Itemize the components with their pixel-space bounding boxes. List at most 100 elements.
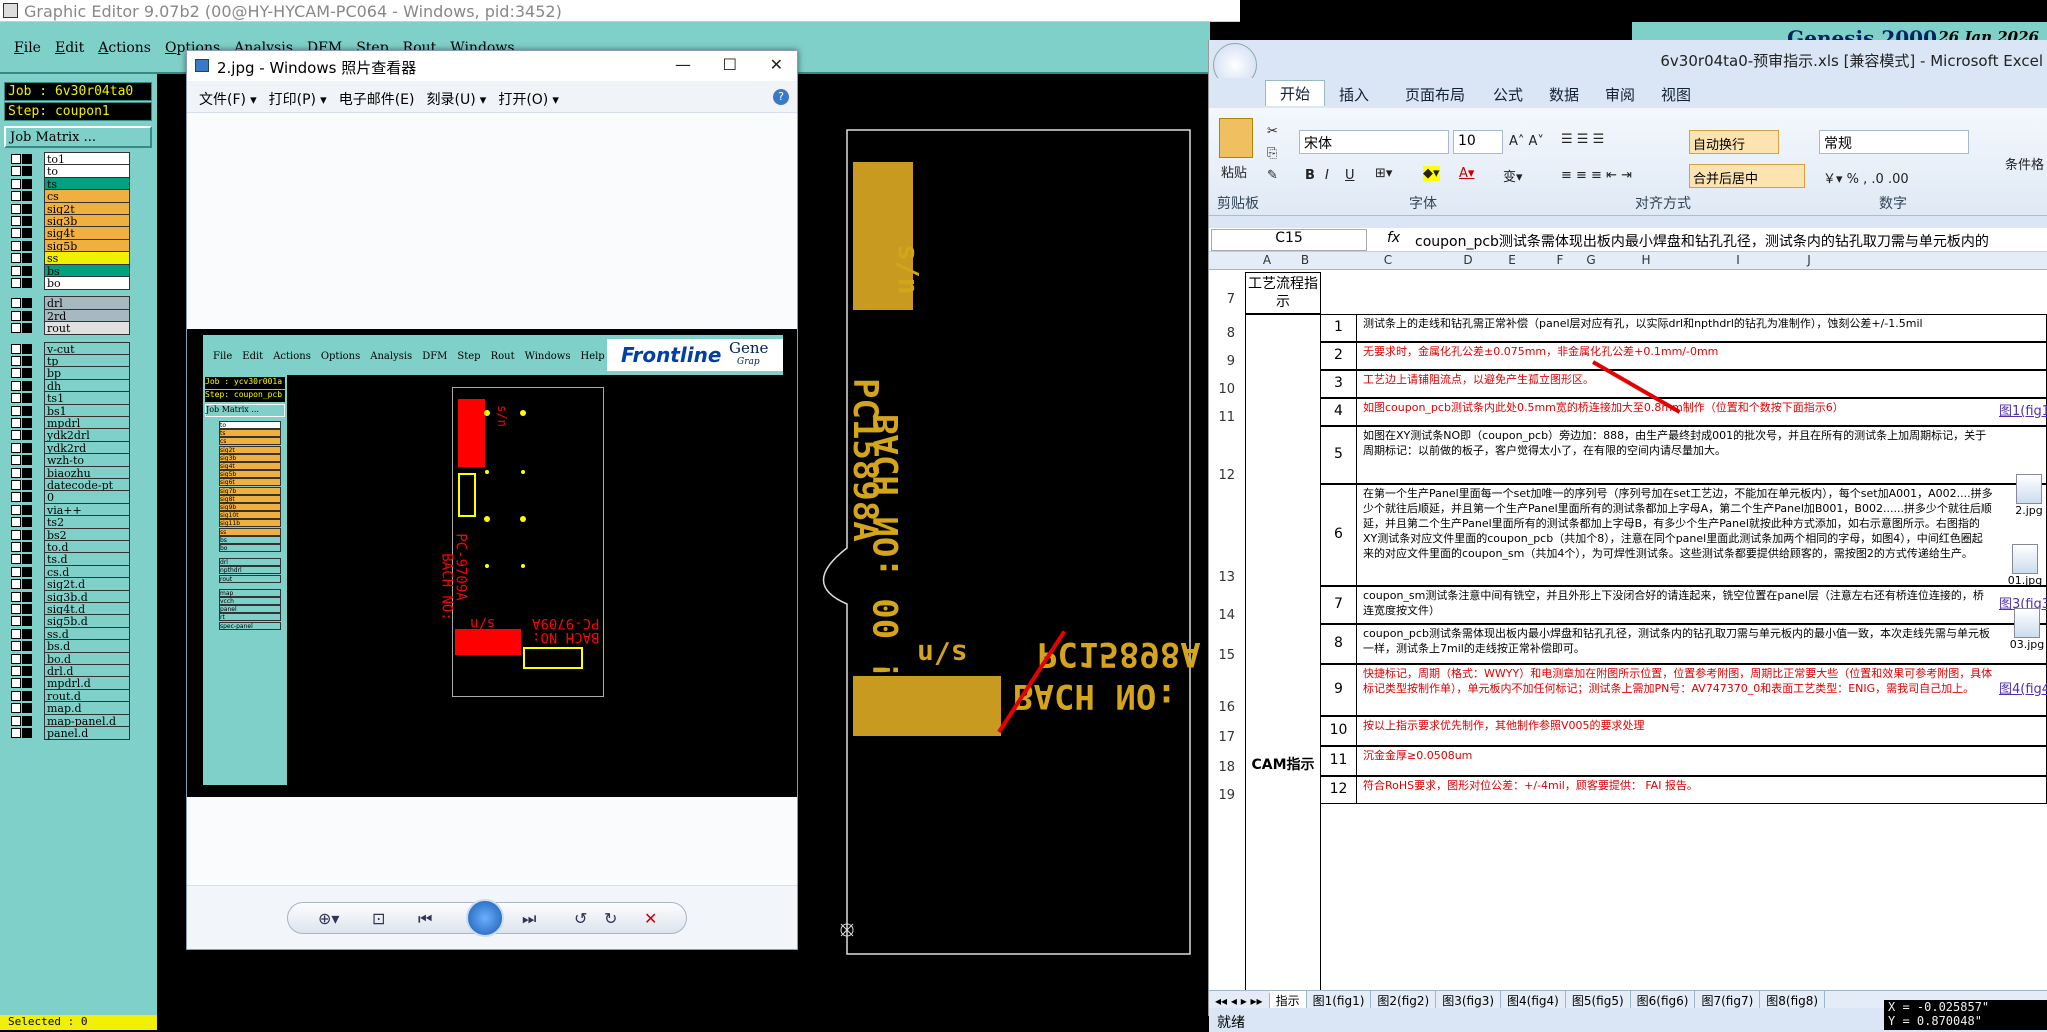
maximize-icon[interactable]: ☐: [723, 55, 737, 74]
layer-checkbox[interactable]: [11, 678, 21, 689]
row-number[interactable]: 16: [1209, 700, 1241, 715]
layer-checkbox[interactable]: [11, 715, 21, 726]
layer-checkbox[interactable]: [11, 504, 21, 515]
layer-checkbox[interactable]: [11, 240, 21, 251]
layer-checkbox[interactable]: [11, 216, 21, 226]
sheet-tab[interactable]: 图8(fig8): [1760, 991, 1826, 1008]
item-number[interactable]: 2: [1321, 342, 1357, 370]
fx-icon[interactable]: fx: [1387, 230, 1400, 246]
instruction-cell[interactable]: 沉金金厚≥0.0508um: [1363, 748, 1993, 774]
instruction-cell[interactable]: 如图在XY测试条NO即（coupon_pcb）旁边加：888，由生产最终封成00…: [1363, 428, 1993, 482]
formula-input[interactable]: coupon_pcb测试条需体现出板内最小焊盘和钻孔孔径，测试条内的钻孔取刀需与…: [1415, 231, 2047, 251]
item-number[interactable]: 6: [1321, 484, 1357, 586]
layer-checkbox[interactable]: [11, 542, 21, 552]
layer-checkbox[interactable]: [11, 480, 21, 490]
layer-checkbox[interactable]: [11, 455, 21, 466]
layer-row[interactable]: panel.d: [8, 726, 130, 740]
item-number[interactable]: 8: [1321, 624, 1357, 664]
rotate-right-icon[interactable]: ↻: [604, 909, 617, 928]
viewer-menu-open[interactable]: 打开(O): [486, 81, 548, 109]
font-grow-icon[interactable]: A˄ A˅: [1509, 134, 1544, 149]
layer-checkbox[interactable]: [11, 253, 21, 264]
menu-edit[interactable]: Edit: [41, 22, 84, 56]
layer-checkbox[interactable]: [11, 703, 21, 714]
layer-row[interactable]: rout: [8, 321, 130, 336]
item-number[interactable]: 1: [1321, 314, 1357, 342]
layer-checkbox[interactable]: [11, 228, 21, 239]
sheet-tab[interactable]: 图1(fig1): [1307, 991, 1372, 1008]
item-number[interactable]: 3: [1321, 370, 1357, 398]
layer-checkbox[interactable]: [11, 310, 21, 321]
item-number[interactable]: 4: [1321, 398, 1357, 426]
instruction-cell[interactable]: 快捷标记，周期（格式：WWYY）和电测章加在附图所示位置，位置参考附图，周期比正…: [1363, 666, 1993, 714]
column-header[interactable]: H: [1605, 253, 1687, 267]
sheet-tab[interactable]: 图7(fig7): [1695, 991, 1761, 1008]
row-number[interactable]: 18: [1209, 760, 1241, 775]
layer-row[interactable]: bo: [8, 276, 130, 290]
item-number[interactable]: 9: [1321, 664, 1357, 716]
merge-center-button[interactable]: 合并后居中: [1689, 164, 1805, 188]
instruction-cell[interactable]: 符合RoHS要求，图形对位公差：+/-4mil，顾客要提供： FAI 报告。: [1363, 778, 1993, 802]
sheet-tab[interactable]: 指示: [1269, 991, 1307, 1008]
number-format-box[interactable]: 常规: [1819, 130, 1969, 154]
row-number[interactable]: 10: [1209, 382, 1241, 397]
row-number[interactable]: 17: [1209, 730, 1241, 745]
tab-view[interactable]: 视图: [1661, 84, 1691, 105]
viewer-menu-email[interactable]: 电子邮件(E): [327, 81, 415, 109]
layer-checkbox[interactable]: [11, 566, 21, 577]
layer-checkbox[interactable]: [11, 430, 21, 441]
layer-checkbox[interactable]: [11, 604, 21, 614]
layer-checkbox[interactable]: [11, 529, 21, 540]
font-name-box[interactable]: 宋体: [1299, 130, 1449, 154]
layer-checkbox[interactable]: [11, 418, 21, 428]
fill-color-icon[interactable]: ◆▾: [1423, 166, 1440, 181]
rotate-left-icon[interactable]: ↺: [574, 909, 587, 928]
layer-checkbox[interactable]: [11, 653, 21, 664]
layer-checkbox[interactable]: [11, 492, 21, 503]
layer-checkbox[interactable]: [11, 380, 21, 391]
layer-checkbox[interactable]: [11, 405, 21, 416]
slideshow-icon[interactable]: [466, 899, 504, 937]
figure-link[interactable]: 图4(fig4): [1999, 682, 2047, 697]
help-icon[interactable]: ?: [773, 89, 789, 105]
column-header[interactable]: B: [1289, 253, 1321, 267]
layer-checkbox[interactable]: [11, 278, 21, 288]
layer-checkbox[interactable]: [11, 166, 21, 177]
layer-checkbox[interactable]: [11, 298, 21, 309]
paste-icon[interactable]: [1219, 118, 1253, 158]
row-number[interactable]: 9: [1209, 354, 1241, 369]
zoom-icon[interactable]: ⊕▾: [318, 909, 339, 928]
instruction-cell[interactable]: 无要求时，金属化孔公差±0.075mm，非金属化孔公差+0.1mm/-0mm: [1363, 344, 1993, 368]
tab-layout[interactable]: 页面布局: [1405, 84, 1465, 105]
layer-checkbox[interactable]: [11, 579, 21, 590]
layer-checkbox[interactable]: [11, 554, 21, 565]
menu-actions[interactable]: Actions: [84, 22, 151, 56]
delete-icon[interactable]: ✕: [644, 909, 657, 928]
layer-checkbox[interactable]: [11, 442, 21, 453]
figure-link[interactable]: 图1(fig1): [1999, 404, 2047, 419]
column-header[interactable]: F: [1543, 253, 1577, 267]
border-icon[interactable]: ⊞▾: [1375, 166, 1392, 181]
paste-label[interactable]: 粘贴: [1221, 162, 1247, 181]
sheet-tab[interactable]: 图6(fig6): [1631, 991, 1696, 1008]
viewer-menu-burn[interactable]: 刻录(U): [414, 81, 475, 109]
column-header[interactable]: E: [1481, 253, 1543, 267]
item-number[interactable]: 10: [1321, 716, 1357, 746]
minimize-icon[interactable]: —: [675, 55, 691, 74]
tab-review[interactable]: 审阅: [1605, 84, 1635, 105]
file-03jpg[interactable]: 03.jpg: [2005, 608, 2047, 658]
format-painter-icon[interactable]: ✎: [1267, 168, 1278, 183]
name-box[interactable]: C15: [1211, 229, 1367, 251]
instruction-cell[interactable]: 工艺边上请铺阻流点，以避免产生孤立图形区。: [1363, 372, 1993, 396]
layer-checkbox[interactable]: [11, 203, 21, 214]
layer-checkbox[interactable]: [11, 368, 21, 379]
layer-checkbox[interactable]: [11, 154, 21, 164]
close-icon[interactable]: ✕: [770, 55, 783, 74]
instruction-cell[interactable]: 按以上指示要求优先制作，其他制作参照V005的要求处理: [1363, 718, 1993, 744]
sheet-tab[interactable]: 图4(fig4): [1501, 991, 1566, 1008]
sheet-tab[interactable]: 图2(fig2): [1371, 991, 1437, 1008]
tab-data[interactable]: 数据: [1549, 84, 1579, 105]
row-number[interactable]: 8: [1209, 326, 1241, 341]
instruction-cell[interactable]: 测试条上的走线和钻孔需正常补偿（panel层对应有孔，以实际drl和npthdr…: [1363, 316, 1993, 340]
layer-checkbox[interactable]: [11, 591, 21, 602]
